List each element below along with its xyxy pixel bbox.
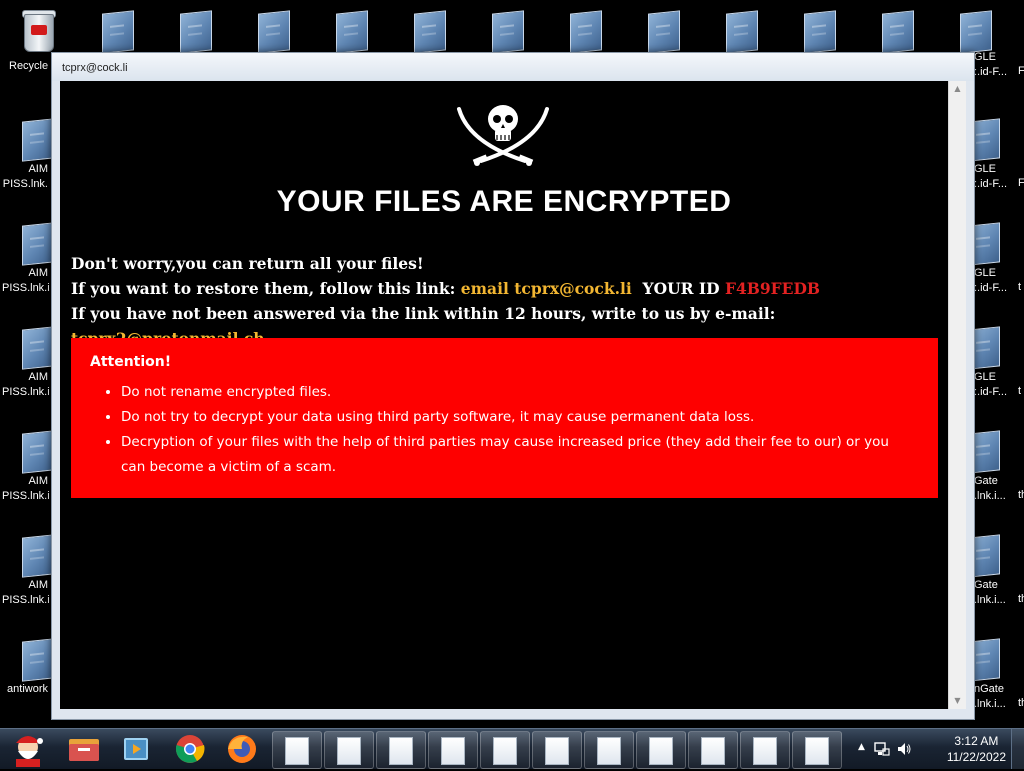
message-lines: Don't worry,you can return all your file… (71, 251, 948, 351)
desktop-file-icon[interactable] (486, 8, 530, 56)
taskbar-document-button[interactable] (532, 731, 582, 769)
taskbar-document-button[interactable] (636, 731, 686, 769)
desktop-file-icon[interactable] (96, 8, 140, 56)
victim-id: F4B9FEDB (725, 279, 821, 298)
attention-item: Do not rename encrypted files. (121, 380, 911, 405)
document-icon (389, 737, 413, 765)
desktop-shortcut-label: Gate .lnk.i... (974, 579, 1006, 606)
desktop-file-icon[interactable] (564, 8, 608, 56)
desktop-file-icon[interactable] (174, 8, 218, 56)
document-icon (441, 737, 465, 765)
line3-prefix: If you have not been answered via the li… (71, 304, 776, 323)
desktop-shortcut-label-edge: th (1018, 697, 1024, 709)
document-icon (597, 737, 621, 765)
window-title: tcprx@cock.li (62, 62, 128, 74)
your-id-label: YOUR ID (631, 279, 725, 298)
network-icon[interactable] (874, 741, 890, 757)
skull-crossed-swords-icon (457, 105, 549, 166)
desktop-shortcut-label: antiwork (7, 683, 48, 695)
document-icon (701, 737, 725, 765)
desktop-file-icon[interactable] (876, 8, 920, 56)
recycle-bin-label: Recycle (9, 60, 49, 72)
desktop-shortcut-label: GLE :.id-F... (974, 371, 1008, 398)
message-line-2: If you want to restore them, follow this… (71, 276, 948, 301)
desktop-shortcut-label: nGate .lnk.i... (974, 683, 1006, 710)
desktop-shortcut-label-edge: th (1018, 489, 1024, 501)
volume-icon[interactable] (896, 741, 912, 757)
document-icon (753, 737, 777, 765)
attention-list: Do not rename encrypted files. Do not tr… (91, 380, 911, 480)
desktop-file-icon[interactable] (798, 8, 842, 56)
ransom-note-window: tcprx@cock.li YOUR FILES ARE ENCRYPTED D… (51, 52, 975, 720)
desktop-shortcut-label: AIM PISS.lnk.i (2, 475, 50, 502)
attention-box: Attention! Do not rename encrypted files… (71, 338, 938, 498)
desktop-shortcut-label: AIM PISS.lnk.i (2, 579, 50, 606)
taskbar-document-button[interactable] (324, 731, 374, 769)
attention-item: Do not try to decrypt your data using th… (121, 405, 911, 430)
clock-date: 11/22/2022 (946, 750, 1006, 764)
taskbar-document-button[interactable] (480, 731, 530, 769)
system-tray: ▲ 3:12 AM 11/22/2022 (854, 729, 1024, 769)
media-player-icon[interactable] (112, 731, 160, 767)
document-icon (805, 737, 829, 765)
attention-title: Attention! (90, 354, 172, 370)
taskbar-document-button[interactable] (688, 731, 738, 769)
desktop-shortcut-label-edge: F (1018, 65, 1024, 77)
message-line-1: Don't worry,you can return all your file… (71, 254, 424, 273)
scroll-up-arrow-icon[interactable]: ▲ (949, 81, 966, 97)
ransom-note-content: YOUR FILES ARE ENCRYPTED Don't worry,you… (60, 81, 948, 709)
scroll-down-arrow-icon[interactable]: ▼ (949, 693, 966, 709)
chrome-icon[interactable] (166, 731, 214, 767)
taskbar-document-button[interactable] (584, 731, 634, 769)
document-icon (545, 737, 569, 765)
desktop-file-icon[interactable] (954, 8, 998, 56)
firefox-icon[interactable] (218, 731, 266, 767)
show-desktop-button[interactable] (1011, 729, 1024, 769)
headline: YOUR FILES ARE ENCRYPTED (276, 185, 732, 218)
contact-email-link[interactable]: email tcprx@cock.li (461, 279, 632, 298)
desktop-shortcut-label: AIM PISS.lnk.i (2, 267, 50, 294)
taskbar-document-button[interactable] (740, 731, 790, 769)
taskbar-document-button[interactable] (428, 731, 478, 769)
taskbar-document-button[interactable] (792, 731, 842, 769)
desktop-shortcut-label: GLE :.id-F... (974, 267, 1008, 294)
desktop-shortcut-label-edge: th (1018, 593, 1024, 605)
desktop-shortcut-label: AIM PISS.lnk. (2, 163, 48, 190)
document-icon (493, 737, 517, 765)
desktop-file-icon[interactable] (330, 8, 374, 56)
desktop-shortcut-label: AIM PISS.lnk.i (2, 371, 50, 398)
tray-expand-arrow-icon[interactable]: ▲ (858, 742, 865, 752)
line2-prefix: If you want to restore them, follow this… (71, 279, 461, 298)
taskbar-document-button[interactable] (272, 731, 322, 769)
window-titlebar[interactable]: tcprx@cock.li (52, 53, 974, 81)
desktop-shortcut-label-edge: t (1018, 385, 1022, 397)
document-icon (649, 737, 673, 765)
desktop-file-icon[interactable] (252, 8, 296, 56)
document-icon (337, 737, 361, 765)
desktop-shortcut-label: GLE :.id-F... (974, 51, 1008, 78)
clock-time: 3:12 AM (954, 734, 999, 748)
desktop-shortcut-label: GLE :.id-F... (974, 163, 1008, 190)
desktop-shortcut-label: Gate .lnk.i... (974, 475, 1006, 502)
desktop-file-icon[interactable] (408, 8, 452, 56)
desktop-file-icon[interactable] (642, 8, 686, 56)
desktop-file-icon[interactable] (720, 8, 764, 56)
desktop-shortcut-label-edge: F (1018, 177, 1024, 189)
file-explorer-icon[interactable] (60, 731, 108, 767)
document-icon (285, 737, 309, 765)
desktop-shortcut-label-edge: t (1018, 281, 1022, 293)
recycle-bin-icon[interactable] (20, 6, 56, 52)
taskbar-document-button[interactable] (376, 731, 426, 769)
taskbar: ▲ 3:12 AM 11/22/2022 (0, 728, 1024, 769)
clock[interactable]: 3:12 AM 11/22/2022 (947, 733, 1006, 765)
vertical-scrollbar[interactable]: ▲ ▼ (948, 81, 966, 709)
start-button[interactable] (4, 731, 52, 767)
attention-item: Decryption of your files with the help o… (121, 430, 911, 480)
